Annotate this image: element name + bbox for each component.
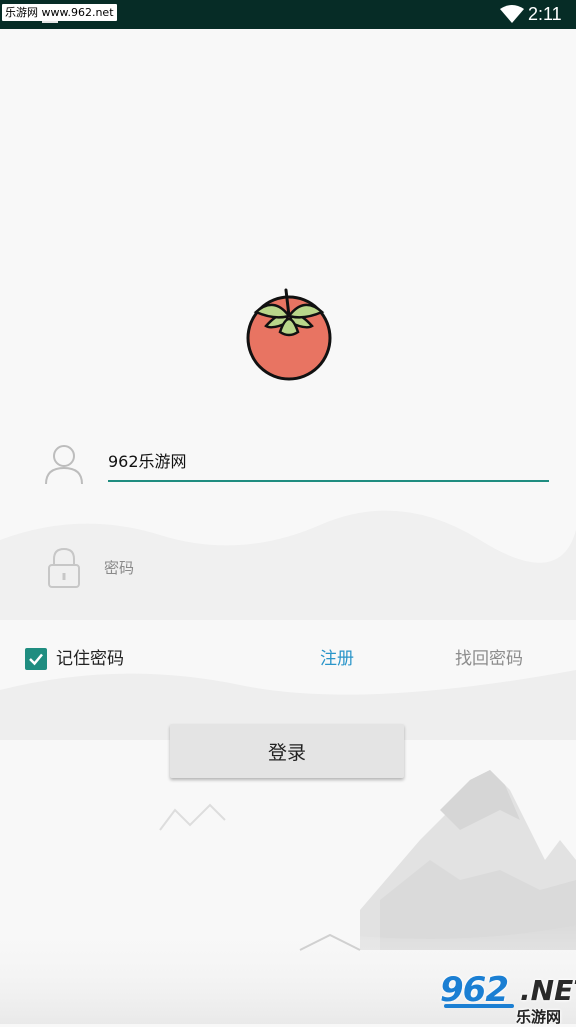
watermark-number: 962 [440, 970, 509, 1010]
user-icon [45, 445, 83, 485]
lock-icon [48, 547, 80, 588]
password-input[interactable] [104, 548, 549, 588]
corner-watermark-logo: 962 .NET 乐游网 [440, 970, 576, 1026]
wifi-icon [500, 5, 524, 23]
status-time: 2:11 [528, 4, 562, 24]
forgot-password-link[interactable]: 找回密码 [455, 648, 523, 670]
remember-password-label[interactable]: 记住密码 [56, 648, 124, 670]
site-watermark-label: 乐游网 www.962.net [2, 4, 117, 21]
watermark-suffix: .NET [520, 974, 576, 1007]
username-input[interactable] [108, 440, 549, 482]
register-link[interactable]: 注册 [320, 648, 354, 670]
tomato-logo [246, 288, 332, 381]
login-button[interactable]: 登录 [170, 724, 404, 778]
status-bar: 乐游网 www.962.net 2:11 [0, 0, 576, 29]
check-icon [29, 653, 43, 666]
remember-password-checkbox[interactable] [25, 648, 47, 670]
